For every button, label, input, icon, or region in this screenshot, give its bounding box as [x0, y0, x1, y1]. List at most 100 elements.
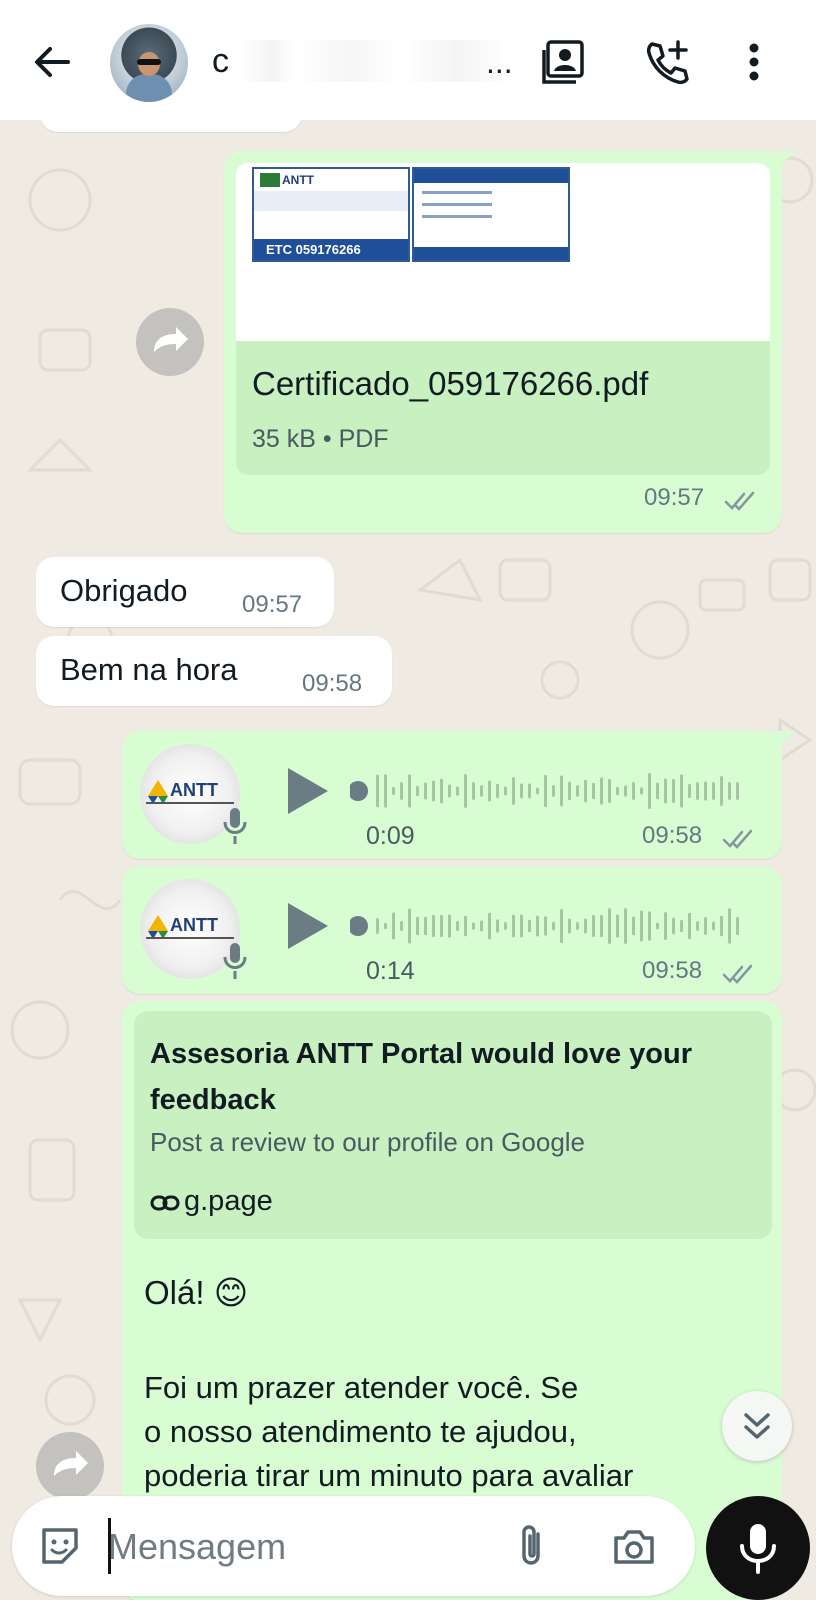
- message-input[interactable]: [108, 1524, 488, 1570]
- message-time: 09:58: [302, 670, 363, 697]
- sticker-icon[interactable]: [36, 1522, 84, 1570]
- waveform-bar: [536, 915, 539, 937]
- waveform-bar: [720, 776, 723, 806]
- double-chevron-down-icon: [744, 1413, 770, 1439]
- audio-waveform[interactable]: [350, 768, 750, 814]
- forward-icon[interactable]: [136, 308, 204, 376]
- waveform-bar: [416, 916, 419, 936]
- waveform-bar: [664, 778, 667, 804]
- waveform-bar: [664, 912, 667, 940]
- waveform-bar: [648, 911, 651, 941]
- waveform-bar: [432, 780, 435, 802]
- waveform-bar: [584, 918, 587, 934]
- waveform-bar: [736, 916, 739, 936]
- voice-record-button[interactable]: [706, 1496, 810, 1600]
- waveform-bar: [384, 774, 387, 808]
- message-body-line: Foi um prazer atender você. Se: [144, 1370, 579, 1405]
- waveform-bar: [552, 921, 555, 931]
- waveform-bar: [432, 914, 435, 938]
- waveform-bar: [544, 916, 547, 936]
- waveform-bar: [640, 787, 643, 795]
- waveform-bar: [640, 910, 643, 942]
- waveform-bar: [712, 782, 715, 800]
- certificate-code: ETC 059176266: [266, 242, 361, 257]
- scroll-to-bottom-button[interactable]: [722, 1391, 792, 1461]
- waveform-bar: [712, 921, 715, 931]
- waveform-bar: [616, 914, 619, 938]
- waveform-bar: [624, 785, 627, 797]
- waveform-bar: [456, 786, 459, 796]
- add-call-icon[interactable]: [642, 38, 690, 86]
- message-time: 09:57: [644, 484, 705, 511]
- chat-header: c ...: [0, 0, 816, 120]
- waveform-bar: [680, 774, 683, 808]
- attach-icon[interactable]: [508, 1522, 556, 1570]
- message-composer: [12, 1496, 695, 1596]
- read-ticks-icon: [724, 490, 758, 512]
- link-preview-card[interactable]: Assesoria ANTT Portal would love your fe…: [134, 1011, 772, 1239]
- waveform-bar: [376, 774, 379, 808]
- contact-name-redacted: [240, 40, 510, 82]
- waveform-bar: [464, 773, 467, 809]
- contact-name[interactable]: c: [212, 42, 229, 81]
- message-time: 09:58: [642, 822, 703, 849]
- play-icon[interactable]: [284, 766, 330, 816]
- contact-avatar[interactable]: [110, 24, 188, 102]
- waveform-bar: [568, 918, 571, 934]
- waveform-bar: [424, 782, 427, 800]
- document-filename: Certificado_059176266.pdf: [252, 365, 649, 402]
- document-thumbnail[interactable]: ANTT ETC 059176266: [236, 163, 770, 341]
- waveform-bar: [560, 908, 563, 944]
- certificate-front-image: ANTT ETC 059176266: [252, 167, 410, 262]
- waveform-bar: [656, 782, 659, 800]
- link-url[interactable]: g.page: [184, 1185, 273, 1218]
- play-icon[interactable]: [284, 901, 330, 951]
- waveform-bar: [488, 912, 491, 940]
- read-ticks-icon: [722, 963, 756, 985]
- waveform-bar: [456, 921, 459, 931]
- waveform-bar: [616, 786, 619, 796]
- waveform-bar: [648, 773, 651, 809]
- waveform-bar: [384, 922, 387, 930]
- waveform-bar: [520, 914, 523, 938]
- link-title: Assesoria ANTT Portal would love your fe…: [150, 1038, 692, 1116]
- document-info[interactable]: Certificado_059176266.pdf 35 kB • PDF: [236, 341, 770, 475]
- link-description: Post a review to our profile on Google: [150, 1127, 586, 1157]
- more-vert-icon[interactable]: [730, 38, 778, 86]
- audio-duration: 0:09: [366, 822, 415, 850]
- audio-duration: 0:14: [366, 957, 415, 985]
- waveform-bar: [696, 921, 699, 931]
- camera-icon[interactable]: [610, 1522, 658, 1570]
- waveform-bar: [392, 786, 395, 796]
- waveform-bar: [552, 785, 555, 797]
- waveform-bar: [528, 783, 531, 799]
- mic-badge-icon: [220, 941, 250, 981]
- waveform-bar: [656, 922, 659, 930]
- contact-name-ellipsis: ...: [486, 44, 513, 80]
- read-ticks-icon: [722, 828, 756, 850]
- back-arrow-icon[interactable]: [30, 40, 74, 84]
- waveform-bar: [480, 920, 483, 932]
- waveform-bar: [496, 783, 499, 799]
- waveform-bar: [632, 916, 635, 936]
- waveform-bar: [424, 916, 427, 936]
- waveform-bar: [736, 782, 739, 800]
- waveform-bar: [544, 774, 547, 808]
- waveform-bar: [632, 781, 635, 801]
- waveform-bar: [584, 779, 587, 803]
- waveform-bar: [400, 782, 403, 800]
- message-body-line: poderia tirar um minuto para avaliar: [144, 1458, 634, 1493]
- mic-icon: [740, 1524, 776, 1574]
- message-greeting: Olá! 😊: [144, 1274, 249, 1311]
- waveform-bar: [496, 919, 499, 933]
- waveform-bar: [568, 781, 571, 801]
- waveform-bar: [472, 782, 475, 800]
- waveform-bar: [480, 785, 483, 797]
- waveform-bar: [512, 914, 515, 938]
- incoming-message-bubble[interactable]: Bem na hora 09:58: [36, 636, 392, 706]
- forward-icon[interactable]: [36, 1432, 104, 1500]
- audio-waveform[interactable]: [350, 903, 750, 949]
- contact-card-icon[interactable]: [540, 38, 588, 86]
- waveform-bar: [504, 922, 507, 930]
- incoming-message-bubble[interactable]: Obrigado 09:57: [36, 557, 334, 627]
